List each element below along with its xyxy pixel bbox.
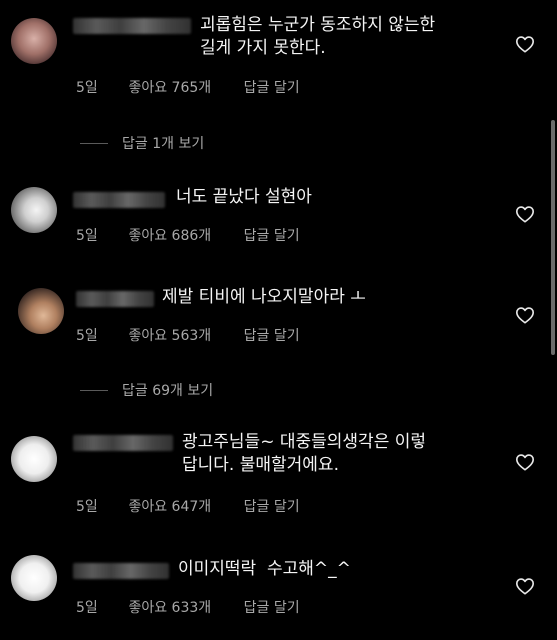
avatar[interactable] <box>11 436 57 482</box>
comment-time: 5일 <box>76 600 98 616</box>
username[interactable] <box>73 563 169 579</box>
username[interactable] <box>76 291 154 307</box>
view-replies-button[interactable]: 답글 69개 보기 <box>80 380 213 400</box>
heart-icon[interactable] <box>515 35 535 53</box>
reply-button[interactable]: 답글 달기 <box>244 496 300 516</box>
avatar[interactable] <box>18 288 64 334</box>
likes-count[interactable]: 좋아요 647개 <box>128 496 211 516</box>
comment-text: 광고주님들~ 대중들의생각은 이렇 답니다. 불매할거에요. <box>182 432 427 475</box>
likes-count[interactable]: 좋아요 563개 <box>128 325 211 345</box>
comment-text: 제발 티비에 나오지말아라 ㅗ <box>162 287 366 307</box>
heart-icon[interactable] <box>515 453 535 471</box>
comment-meta: 5일 좋아요 633개 답글 달기 <box>76 597 300 617</box>
likes-count[interactable]: 좋아요 633개 <box>128 597 211 617</box>
heart-icon[interactable] <box>515 577 535 595</box>
comment-meta: 5일 좋아요 686개 답글 달기 <box>76 225 300 245</box>
divider <box>80 142 108 144</box>
heart-icon[interactable] <box>515 205 535 223</box>
comment-time: 5일 <box>76 328 98 344</box>
reply-button[interactable]: 답글 달기 <box>244 325 300 345</box>
reply-button[interactable]: 답글 달기 <box>244 225 300 245</box>
divider <box>80 389 108 391</box>
comment-text: 괴롭힘은 누군가 동조하지 않는한 길게 가지 못한다. <box>200 15 436 58</box>
username[interactable] <box>73 192 165 208</box>
comment-time: 5일 <box>76 80 98 96</box>
view-replies-label: 답글 1개 보기 <box>122 136 205 152</box>
comment-time: 5일 <box>76 499 98 515</box>
comment-text: 너도 끝났다 설현아 <box>176 187 312 207</box>
username[interactable] <box>73 435 173 451</box>
reply-button[interactable]: 답글 달기 <box>244 597 300 617</box>
view-replies-button[interactable]: 답글 1개 보기 <box>80 133 204 153</box>
reply-button[interactable]: 답글 달기 <box>244 77 300 97</box>
likes-count[interactable]: 좋아요 765개 <box>128 77 211 97</box>
likes-count[interactable]: 좋아요 686개 <box>128 225 211 245</box>
comment-text: 이미지떡락 수고해^_^ <box>178 559 351 579</box>
avatar[interactable] <box>11 555 57 601</box>
username[interactable] <box>73 18 191 34</box>
comment-time: 5일 <box>76 228 98 244</box>
view-replies-label: 답글 69개 보기 <box>122 383 214 399</box>
scrollbar[interactable] <box>551 120 555 355</box>
comment-meta: 5일 좋아요 647개 답글 달기 <box>76 496 300 516</box>
avatar[interactable] <box>11 187 57 233</box>
heart-icon[interactable] <box>515 306 535 324</box>
avatar[interactable] <box>11 18 57 64</box>
comment-meta: 5일 좋아요 765개 답글 달기 <box>76 77 300 97</box>
comment-meta: 5일 좋아요 563개 답글 달기 <box>76 325 300 345</box>
